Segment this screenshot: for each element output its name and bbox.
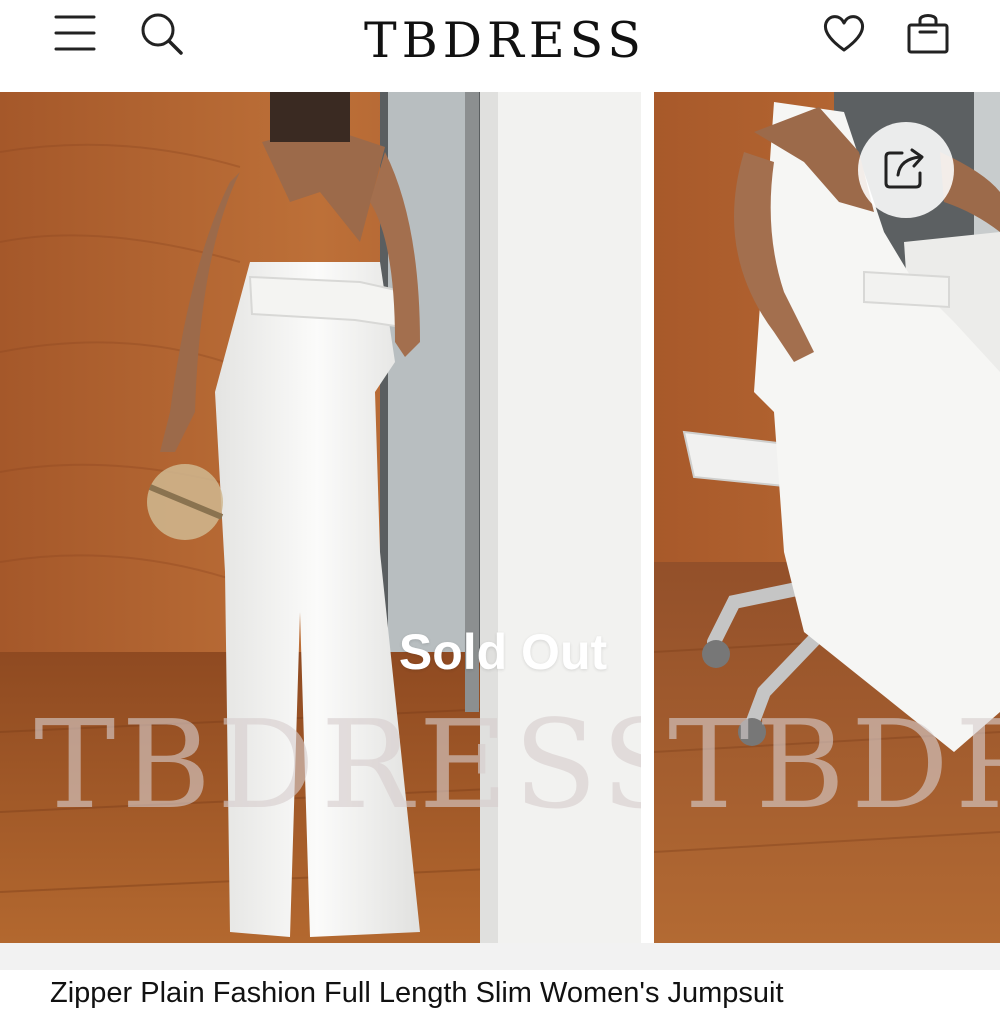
product-image-gallery[interactable]: TBDRESS TBD Sold Out bbox=[0, 92, 1000, 943]
product-photo-front[interactable]: TBDRESS bbox=[0, 92, 641, 943]
product-photo-seated[interactable]: TBDRESS bbox=[654, 92, 1000, 943]
share-icon bbox=[882, 145, 930, 195]
sold-out-overlay: Sold Out bbox=[398, 624, 608, 680]
share-button[interactable] bbox=[858, 122, 954, 218]
search-button[interactable] bbox=[134, 10, 190, 60]
search-icon bbox=[138, 10, 186, 60]
section-divider bbox=[0, 943, 1000, 970]
heart-icon bbox=[821, 12, 867, 58]
shopping-bag-icon bbox=[904, 10, 952, 60]
brand-logo[interactable]: TBDRESS bbox=[300, 8, 710, 72]
wishlist-button[interactable] bbox=[816, 10, 872, 60]
menu-button[interactable] bbox=[50, 12, 100, 58]
shopping-bag-button[interactable] bbox=[900, 8, 956, 62]
hamburger-menu-icon bbox=[53, 13, 97, 57]
top-header: TBDRESS bbox=[0, 0, 1000, 92]
product-title: Zipper Plain Fashion Full Length Slim Wo… bbox=[50, 977, 784, 1009]
